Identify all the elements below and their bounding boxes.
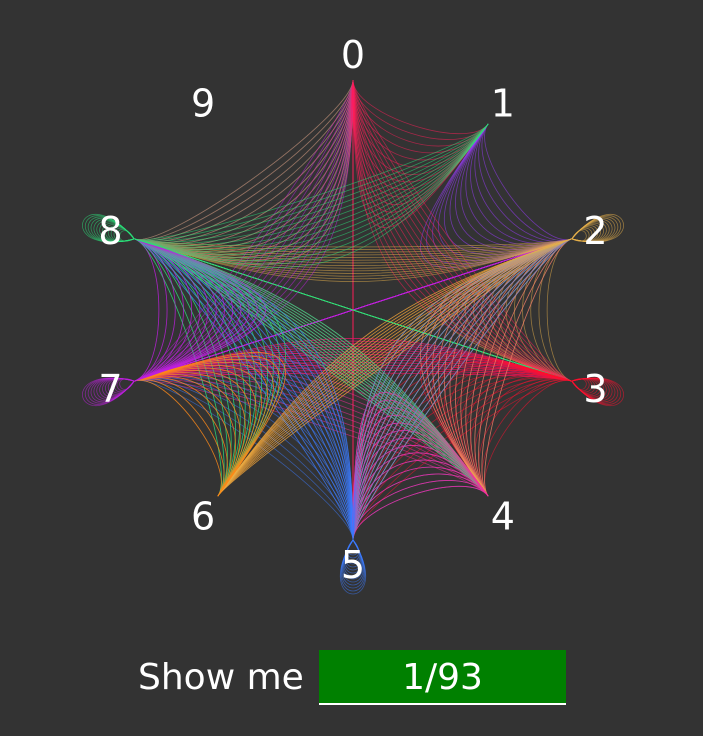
curve-strand (352, 79, 489, 198)
curve-strand (134, 79, 354, 250)
curve-bundle (352, 238, 572, 541)
curve-strand (134, 379, 225, 497)
digit-label-0: 0 (341, 33, 365, 77)
curve-strand (484, 123, 572, 241)
curve-strand (134, 375, 236, 497)
digit-label-9: 9 (191, 82, 215, 126)
digit-label-7: 7 (98, 367, 122, 411)
curve-bundle (352, 79, 572, 382)
curve-strand (134, 379, 225, 497)
digit-wheel: 0 1 2 3 4 5 6 7 8 9 (82, 33, 624, 595)
curve-strand (352, 79, 489, 190)
curve-strand (134, 79, 354, 250)
digit-label-4: 4 (491, 494, 515, 538)
digit-label-6: 6 (191, 494, 215, 538)
controls-bar: Show me 1/93 (0, 650, 703, 706)
curve-strand (134, 375, 236, 497)
show-me-label: Show me (138, 657, 304, 698)
curve-strand (443, 365, 572, 497)
digit-label-2: 2 (583, 209, 607, 253)
curve-strand (352, 486, 489, 541)
curve-bundle (134, 79, 354, 382)
curve-strand (352, 79, 489, 134)
curve-bundle (134, 238, 354, 541)
curve-strand (538, 238, 572, 382)
digit-label-8: 8 (98, 209, 122, 253)
curve-strand (481, 379, 572, 497)
curve-strand (134, 365, 263, 497)
curve-strand (134, 238, 168, 382)
curve-strand (352, 79, 572, 382)
curve-strand (134, 79, 354, 262)
curve-strand (443, 123, 572, 255)
curve-strand (134, 238, 160, 382)
curve-strand (134, 365, 263, 497)
curve-strand (546, 238, 572, 382)
curve-strand (134, 79, 354, 382)
curve-strand (481, 123, 572, 241)
curve-strand (474, 123, 572, 243)
curve-strand (134, 238, 354, 541)
progress-counter-button[interactable]: 1/93 (319, 650, 566, 705)
curve-strand (352, 238, 572, 541)
curve-strand (470, 123, 572, 245)
connection-curves (82, 79, 624, 595)
digit-label-3: 3 (583, 367, 607, 411)
curve-strand (134, 79, 354, 262)
digit-label-1: 1 (491, 82, 515, 126)
visualization-stage: 0 1 2 3 4 5 6 7 8 9 Show me 1/93 (0, 0, 703, 736)
curve-strand (134, 238, 168, 382)
curve-strand (134, 238, 160, 382)
curve-strand (134, 79, 354, 262)
curve-strand (438, 123, 572, 258)
curve-strand (470, 375, 572, 497)
curve-strand (134, 79, 354, 250)
digit-label-5: 5 (341, 543, 365, 587)
